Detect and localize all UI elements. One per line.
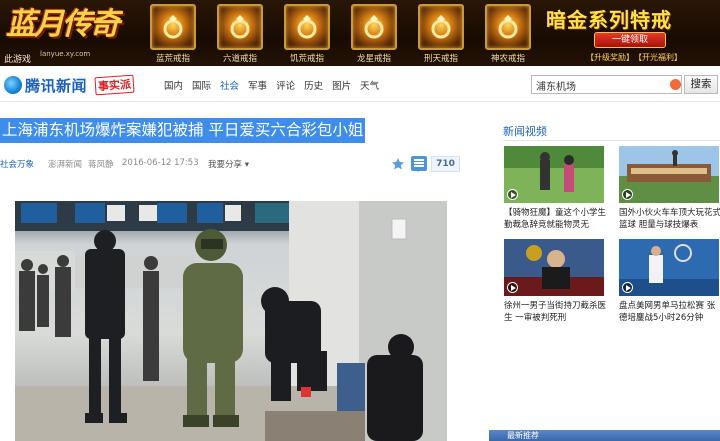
ad-item-list: 蓝荒戒指 六道戒指 饥荒戒指 龙星戒指 刑天戒指 神农戒指 [146,4,532,64]
ad-link[interactable]: 【升级奖励】 [586,53,634,62]
article-time: 2016-06-12 17:53 [122,158,199,168]
ad-item-label: 饥荒戒指 [289,54,324,64]
video-section-title[interactable]: 新闻视频 [503,123,547,139]
video-thumbnail[interactable] [504,239,604,296]
ad-item-label: 神农戒指 [490,54,525,64]
nav-item-history[interactable]: 历史 [304,78,323,92]
ring-icon [351,4,397,50]
search-input[interactable]: 浦东机场 [531,75,682,94]
ad-corner-text: 此游戏 [4,55,32,65]
recommend-bar[interactable]: 最新推荐 [489,430,720,441]
ring-icon [150,4,196,50]
article-category[interactable]: 社会万象 [0,158,34,170]
ad-promo-title: 暗金系列特戒 [546,8,672,32]
ad-links: 【升级奖励】 【开光福利】 [586,52,686,63]
ring-icon [284,4,330,50]
article-photo [15,201,447,441]
brand-badge: 事实派 [94,74,135,96]
play-icon [622,282,633,293]
video-thumbnail[interactable] [619,146,719,203]
section-divider [503,140,720,141]
ring-icon [418,4,464,50]
nav-item-commentary[interactable]: 评论 [276,78,295,92]
play-icon [507,282,518,293]
ad-item[interactable]: 蓝荒戒指 [146,4,200,64]
ad-claim-button[interactable]: 一键领取 [594,32,666,48]
ad-item[interactable]: 饥荒戒指 [280,4,334,64]
comment-icon[interactable] [411,156,427,172]
nav-item-international[interactable]: 国际 [192,78,211,92]
video-caption[interactable]: 【骑物狂魔】童这个小学生勤裁急辞竞就能物灵无 [504,207,608,231]
article-author: 蒋凤静 [88,160,114,170]
video-thumbnail[interactable] [619,239,719,296]
tencent-logo-icon [4,76,22,94]
comment-count[interactable]: 710 [431,156,460,172]
ad-item[interactable]: 刑天戒指 [414,4,468,64]
ad-item-label: 蓝荒戒指 [155,54,190,64]
nav-item-weather[interactable]: 天气 [360,78,379,92]
favorite-star-icon[interactable] [391,157,405,171]
nav-item-photos[interactable]: 图片 [332,78,351,92]
ad-item-label: 六道戒指 [222,54,257,64]
ad-logo-url: lanyue.xy.com [40,50,91,58]
article-source[interactable]: 澎湃新闻 [48,158,82,170]
ring-icon [217,4,263,50]
play-icon [507,189,518,200]
ring-icon [485,4,531,50]
site-header: 腾讯新闻 事实派 国内 国际 社会 军事 评论 历史 图片 天气 浦东机场 搜索 [0,66,720,102]
play-icon [622,189,633,200]
ad-item[interactable]: 六道戒指 [213,4,267,64]
brand-logo[interactable]: 腾讯新闻 事实派 [4,74,135,96]
video-caption[interactable]: 国外小伙火车车顶大玩花式篮球 胆量与球技爆表 [619,207,720,231]
nav-item-military[interactable]: 军事 [248,78,267,92]
video-caption[interactable]: 徐州一男子当街持刀截杀医生 一审被判死刑 [504,300,608,324]
ad-banner[interactable]: 蓝月传奇 lanyue.xy.com 此游戏 蓝荒戒指 六道戒指 饥荒戒指 龙星… [0,0,720,66]
video-thumbnail[interactable] [504,146,604,203]
nav-item-domestic[interactable]: 国内 [164,78,183,92]
main-nav: 国内 国际 社会 军事 评论 历史 图片 天气 [164,78,388,92]
ad-item[interactable]: 龙星戒指 [347,4,401,64]
brand-name: 腾讯新闻 [25,76,88,95]
share-label: 我要分享 [208,160,243,170]
share-button[interactable]: 我要分享 ▾ [208,158,249,170]
article-headline: 上海浦东机场爆炸案嫌犯被捕 平日爱买六合彩包小姐 [0,118,366,143]
sogou-icon [670,79,681,90]
ad-item-label: 刑天戒指 [423,54,458,64]
ad-link[interactable]: 【开光福利】 [638,53,682,62]
nav-item-society[interactable]: 社会 [220,78,239,92]
search-button[interactable]: 搜索 [684,75,718,94]
ad-logo[interactable]: 蓝月传奇 [6,2,140,48]
ad-item-label: 龙星戒指 [356,54,391,64]
video-caption[interactable]: 盘点美网男单马拉松赛 张德培鏖战5小时26分钟 [619,300,720,324]
ad-item[interactable]: 神农戒指 [481,4,535,64]
